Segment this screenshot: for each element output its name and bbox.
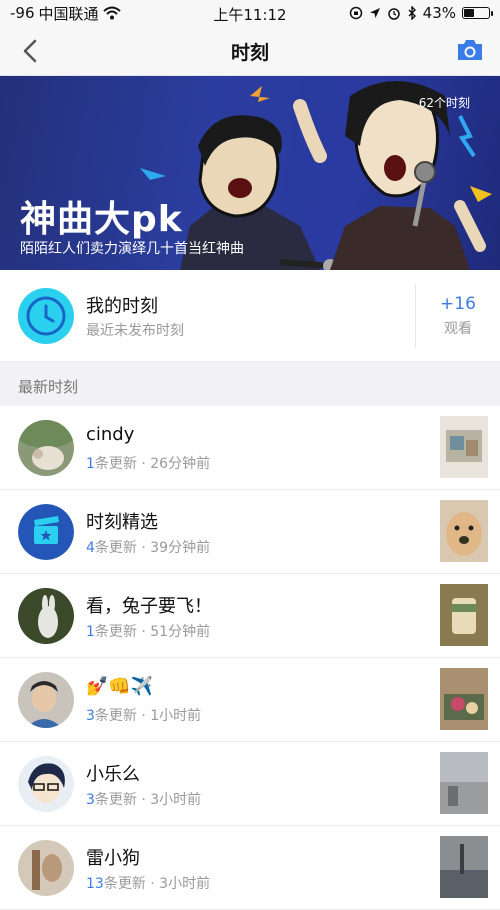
- list-item[interactable]: 时刻精选 4条更新 · 39分钟前: [0, 490, 500, 574]
- thumbnail[interactable]: [440, 416, 488, 478]
- camera-icon[interactable]: [456, 38, 484, 62]
- list-item[interactable]: cindy 1条更新 · 26分钟前: [0, 406, 500, 490]
- list-item[interactable]: 雷小狗 13条更新 · 3小时前: [0, 826, 500, 910]
- update-time: 条更新 · 51分钟前: [94, 624, 211, 640]
- section-title: 最新时刻: [18, 378, 79, 396]
- battery-percent: 43%: [422, 4, 456, 22]
- battery-icon: [462, 7, 493, 19]
- item-meta: 1条更新 · 26分钟前: [86, 453, 210, 473]
- update-time: 条更新 · 3小时前: [103, 876, 211, 892]
- alarm-icon: [387, 8, 400, 20]
- banner-moment-count: 62个时刻: [418, 96, 470, 110]
- item-title: 看，兔子要飞！: [86, 596, 212, 617]
- update-count: 3: [86, 708, 95, 724]
- item-meta: 1条更新 · 51分钟前: [86, 621, 210, 641]
- item-meta: 4条更新 · 39分钟前: [86, 537, 210, 557]
- thumbnail[interactable]: [440, 752, 488, 814]
- banner-subtitle: 陌陌红人们卖力演绎几十首当红神曲: [20, 241, 244, 257]
- update-time: 条更新 · 26分钟前: [94, 456, 211, 472]
- my-moments-row[interactable]: 我的时刻 最近未发布时刻 +16 观看: [0, 270, 500, 362]
- my-moments-subtitle: 最近未发布时刻: [86, 323, 184, 339]
- thumbnail[interactable]: [440, 668, 488, 730]
- bluetooth-icon: [408, 6, 416, 20]
- avatar[interactable]: [18, 588, 74, 644]
- status-right: 43%: [349, 4, 493, 22]
- update-count: 4: [86, 540, 95, 556]
- item-title: cindy: [86, 424, 135, 445]
- battery-level: [464, 9, 474, 17]
- my-moments-title: 我的时刻: [86, 296, 158, 317]
- view-count[interactable]: +16: [416, 294, 500, 314]
- avatar[interactable]: [18, 756, 74, 812]
- featured-banner[interactable]: 62个时刻 神曲大pk 陌陌红人们卖力演绎几十首当红神曲: [0, 76, 500, 270]
- signal-strength: -96: [10, 4, 35, 22]
- status-bar: -96 中国联通 上午11:12 43%: [0, 0, 500, 26]
- wifi-icon: [102, 6, 121, 20]
- thumbnail[interactable]: [440, 500, 488, 562]
- view-label[interactable]: 观看: [416, 318, 500, 338]
- item-meta: 13条更新 · 3小时前: [86, 873, 210, 893]
- update-time: 条更新 · 3小时前: [94, 792, 202, 808]
- avatar[interactable]: [18, 504, 74, 560]
- clock-icon: [18, 288, 74, 344]
- avatar[interactable]: [18, 672, 74, 728]
- update-count: 1: [86, 624, 95, 640]
- list-item[interactable]: 💅👊✈️ 3条更新 · 1小时前: [0, 658, 500, 742]
- update-count: 13: [86, 876, 104, 892]
- location-icon: [369, 8, 380, 18]
- update-count: 3: [86, 792, 95, 808]
- thumbnail[interactable]: [440, 836, 488, 898]
- item-title: 时刻精选: [86, 512, 158, 533]
- list-item[interactable]: 看，兔子要飞！ 1条更新 · 51分钟前: [0, 574, 500, 658]
- page-title: 时刻: [230, 42, 269, 64]
- item-meta: 3条更新 · 1小时前: [86, 705, 201, 725]
- item-title: 雷小狗: [86, 848, 140, 869]
- item-title: 💅👊✈️: [86, 676, 154, 697]
- carrier-name: 中国联通: [38, 4, 99, 23]
- section-header: 最新时刻: [0, 362, 500, 406]
- item-title: 小乐么: [86, 764, 140, 785]
- status-left: -96 中国联通: [10, 3, 121, 24]
- moments-feed: cindy 1条更新 · 26分钟前 时刻精选 4条更新 · 39分钟前 看，兔…: [0, 406, 500, 910]
- nav-bar: 时刻: [0, 26, 500, 76]
- thumbnail[interactable]: [440, 584, 488, 646]
- update-time: 条更新 · 39分钟前: [94, 540, 211, 556]
- update-count: 1: [86, 456, 95, 472]
- avatar[interactable]: [18, 420, 74, 476]
- list-item[interactable]: 小乐么 3条更新 · 3小时前: [0, 742, 500, 826]
- item-meta: 3条更新 · 3小时前: [86, 789, 201, 809]
- orientation-lock-icon: [349, 6, 362, 20]
- update-time: 条更新 · 1小时前: [94, 708, 202, 724]
- banner-title: 神曲大pk: [20, 199, 183, 240]
